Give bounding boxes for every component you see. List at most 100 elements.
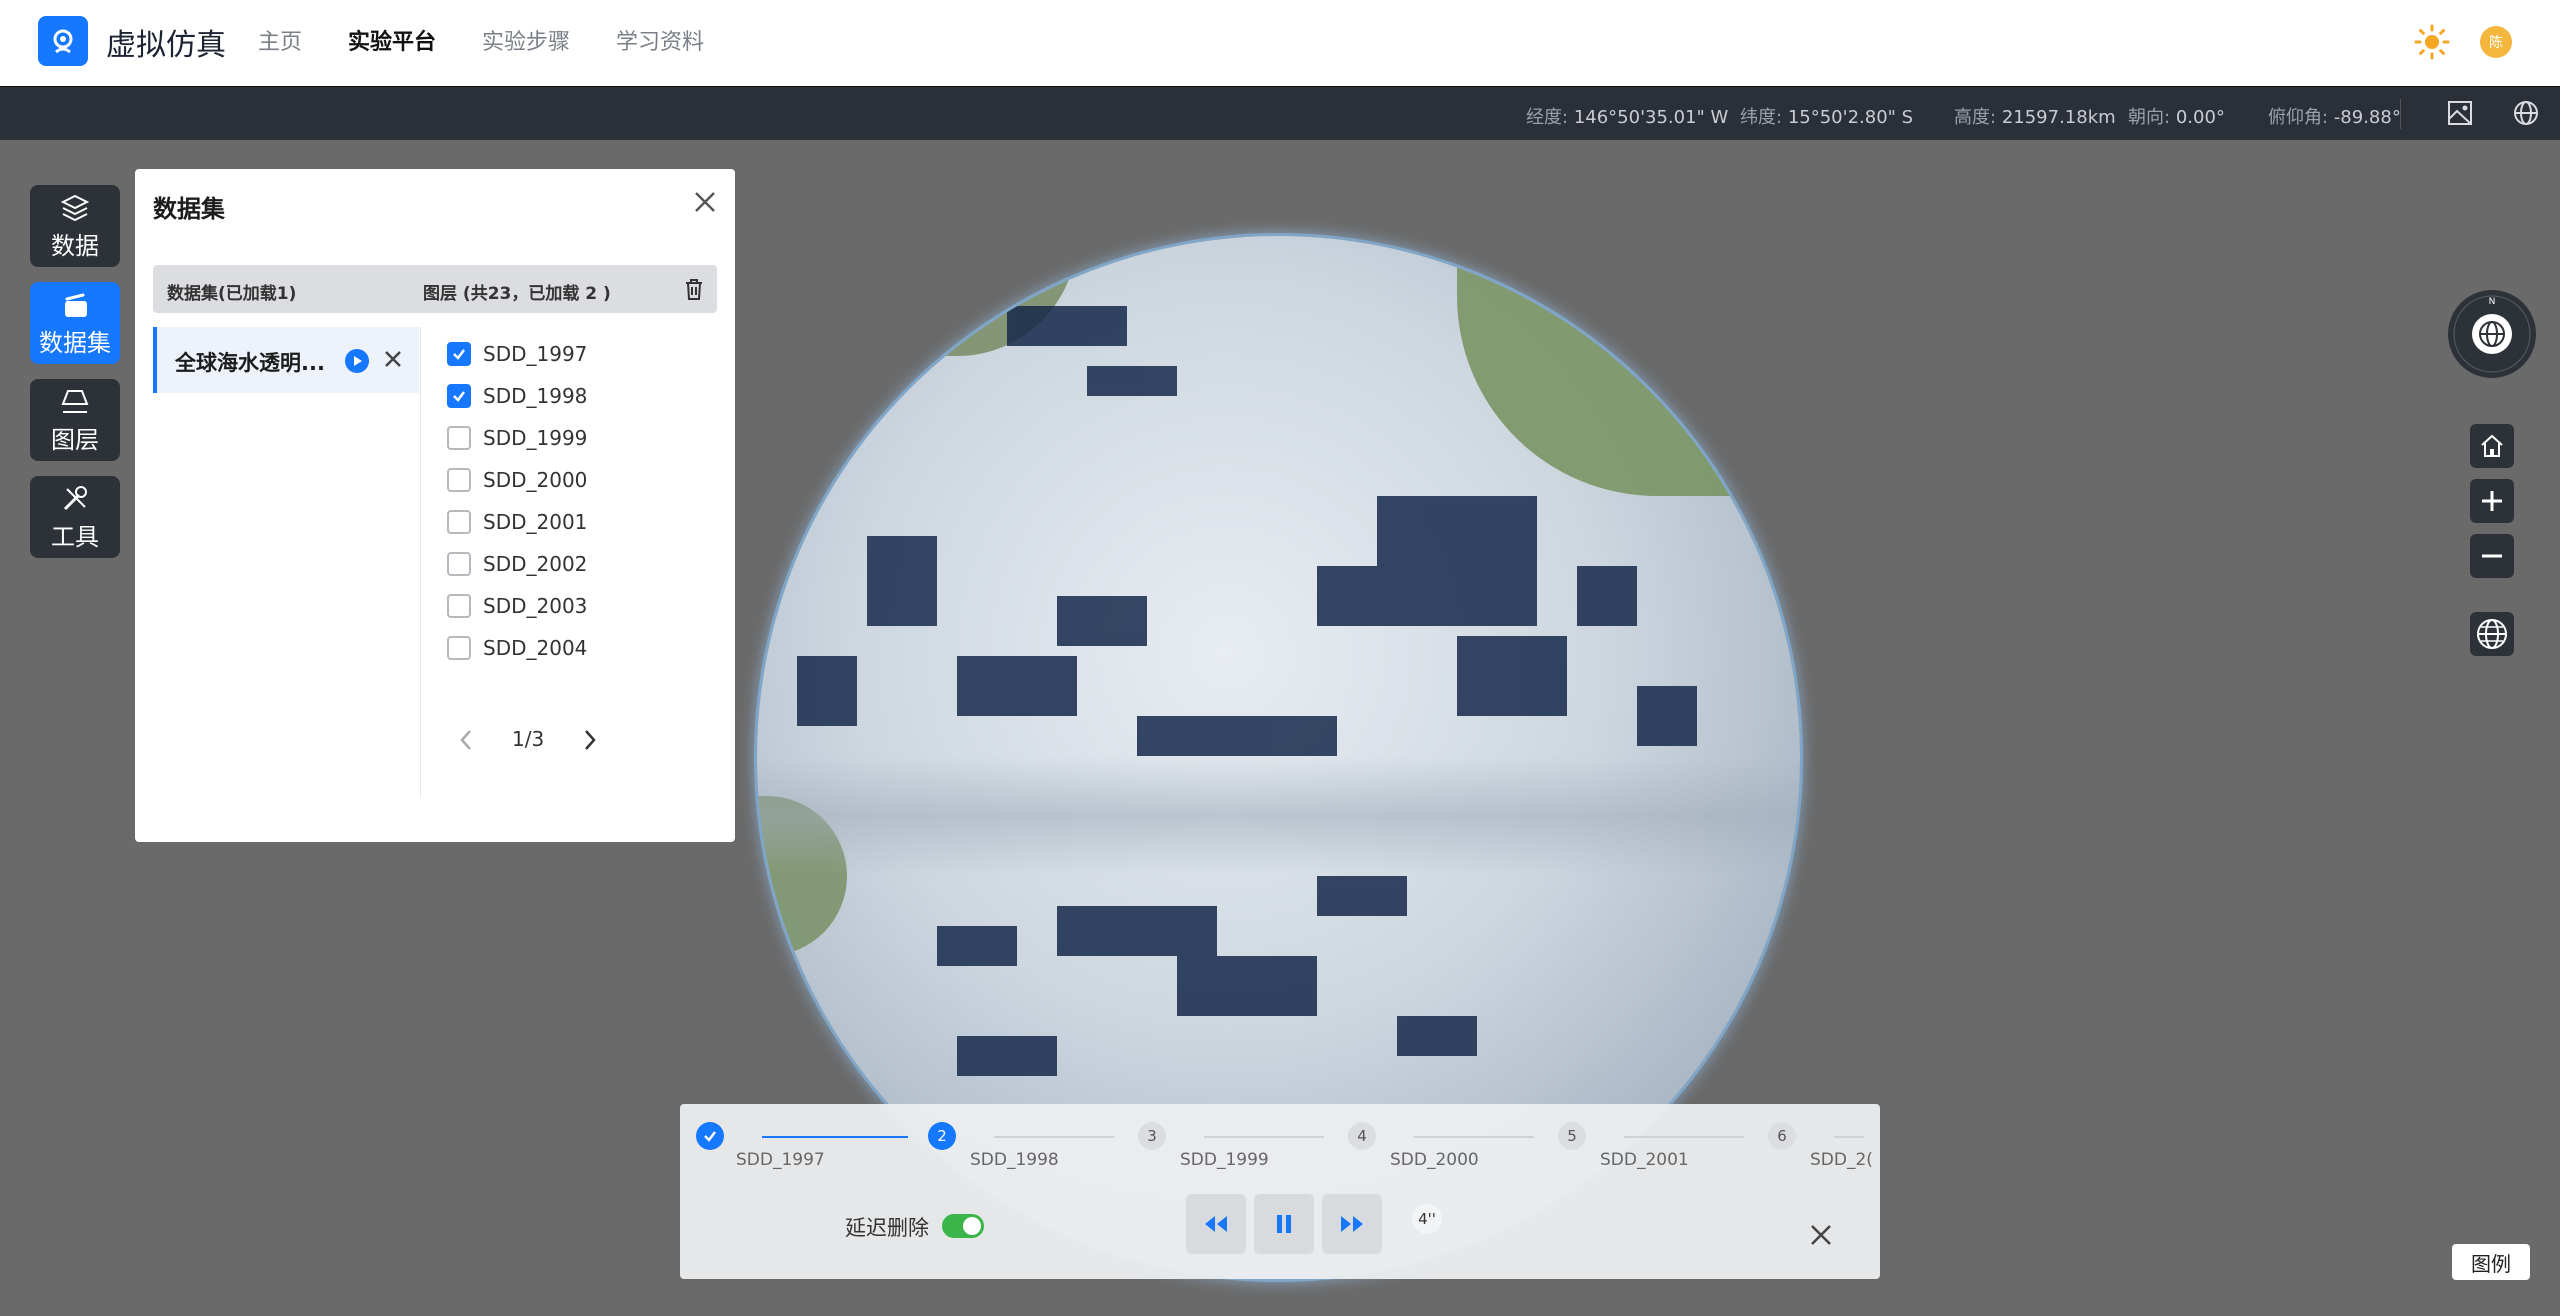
layer-name: SDD_2004: [483, 636, 588, 660]
step-label: SDD_2000: [1390, 1150, 1479, 1170]
dataset-count-label: 数据集(已加载1): [167, 284, 297, 304]
compass-icon: N: [2453, 295, 2531, 373]
layer-checkbox[interactable]: [447, 468, 471, 492]
step-3[interactable]: 3: [1138, 1122, 1166, 1150]
layer-count-label: 图层 (共23，已加载 2 ): [423, 284, 611, 304]
step-label: SDD_1997: [736, 1150, 825, 1170]
legend-button[interactable]: 图例: [2452, 1244, 2530, 1280]
sun-theme-icon[interactable]: [2414, 24, 2450, 60]
layer-item[interactable]: SDD_2004: [447, 633, 587, 663]
close-icon[interactable]: [1808, 1222, 1834, 1248]
layer-item[interactable]: SDD_2002: [447, 549, 587, 579]
layer-name: SDD_1999: [483, 426, 588, 450]
map-image-icon[interactable]: [2446, 99, 2474, 127]
fast-forward-button[interactable]: [1322, 1194, 1382, 1254]
layer-checkbox[interactable]: [447, 636, 471, 660]
pitch-readout: 俯仰角: -89.88°: [2268, 107, 2401, 128]
sidebar-tools-label: 工具: [51, 522, 99, 551]
compass-control[interactable]: N: [2448, 290, 2536, 378]
layer-plane-icon: [61, 389, 89, 413]
playback-speed[interactable]: 4'': [1412, 1204, 1442, 1234]
user-avatar[interactable]: 陈: [2480, 26, 2512, 58]
layer-checkbox[interactable]: [447, 594, 471, 618]
check-icon: [704, 1131, 716, 1142]
delay-delete-toggle[interactable]: [942, 1214, 984, 1238]
rewind-button[interactable]: [1186, 1194, 1246, 1254]
close-icon[interactable]: [690, 187, 720, 217]
svg-text:N: N: [2489, 297, 2496, 307]
step-6[interactable]: 6: [1768, 1122, 1796, 1150]
step-4[interactable]: 4: [1348, 1122, 1376, 1150]
layer-name: SDD_1997: [483, 342, 588, 366]
step-connector: [762, 1136, 908, 1138]
globe-icon[interactable]: [2512, 99, 2540, 127]
play-icon[interactable]: [345, 349, 369, 373]
sidebar-tools-button[interactable]: 工具: [30, 476, 120, 558]
sidebar-dataset-button[interactable]: 数据集: [30, 282, 120, 364]
trash-icon[interactable]: [683, 277, 705, 301]
step-2-current[interactable]: 2: [928, 1122, 956, 1150]
step-1-done[interactable]: [696, 1122, 724, 1150]
dataset-list-item[interactable]: 全球海水透明...: [153, 327, 419, 393]
step-label: SDD_1999: [1180, 1150, 1269, 1170]
layer-name: SDD_2001: [483, 510, 588, 534]
layer-item[interactable]: SDD_2003: [447, 591, 587, 621]
sidebar-layer-button[interactable]: 图层: [30, 379, 120, 461]
column-divider: [420, 327, 421, 797]
home-view-button[interactable]: [2470, 424, 2514, 468]
layer-checkbox[interactable]: [447, 342, 471, 366]
longitude-readout: 经度: 146°50'35.01" W: [1526, 107, 1729, 128]
layer-checkbox[interactable]: [447, 426, 471, 450]
layer-checkbox[interactable]: [447, 552, 471, 576]
prev-page-icon[interactable]: [455, 727, 477, 753]
step-connector: [1834, 1136, 1864, 1138]
zoom-out-button[interactable]: [2470, 534, 2514, 578]
step-label: SDD_2001: [1600, 1150, 1689, 1170]
layer-name: SDD_2003: [483, 594, 588, 618]
layer-checkbox[interactable]: [447, 384, 471, 408]
layer-item[interactable]: SDD_1997: [447, 339, 587, 369]
rewind-icon: [1205, 1216, 1227, 1232]
delay-delete-label: 延迟删除: [845, 1216, 929, 1240]
step-5[interactable]: 5: [1558, 1122, 1586, 1150]
step-connector: [1204, 1136, 1324, 1138]
home-icon: [2481, 434, 2503, 457]
timeline-player: SDD_1997 2 SDD_1998 3 SDD_1999 4 SDD_200…: [680, 1104, 1880, 1279]
app-title: 虚拟仿真: [106, 28, 226, 63]
layer-name: SDD_1998: [483, 384, 588, 408]
globe-mode-button[interactable]: [2470, 612, 2514, 656]
remove-dataset-icon[interactable]: [381, 347, 405, 371]
heading-readout: 朝向: 0.00°: [2128, 107, 2225, 128]
nav-steps[interactable]: 实验步骤: [482, 24, 570, 56]
nav-platform[interactable]: 实验平台: [348, 24, 436, 56]
top-navbar: 虚拟仿真 主页 实验平台 实验步骤 学习资料 陈: [0, 0, 2560, 86]
sidebar-data-button[interactable]: 数据: [30, 185, 120, 267]
status-divider: [2400, 99, 2401, 129]
step-label: SDD_1998: [970, 1150, 1059, 1170]
nav-materials[interactable]: 学习资料: [616, 24, 704, 56]
layer-checkbox[interactable]: [447, 510, 471, 534]
panel-header: 数据集(已加载1) 图层 (共23，已加载 2 ): [153, 265, 717, 313]
next-page-icon[interactable]: [579, 727, 601, 753]
globe-icon: [2477, 619, 2507, 649]
layer-item[interactable]: SDD_1999: [447, 423, 587, 453]
layer-item[interactable]: SDD_2001: [447, 507, 587, 537]
main-nav: 主页 实验平台 实验步骤 学习资料: [258, 24, 704, 56]
sidebar-data-label: 数据: [51, 231, 99, 260]
altitude-readout: 高度: 21597.18km: [1954, 107, 2116, 128]
latitude-readout: 纬度: 15°50'2.80" S: [1740, 107, 1914, 128]
dataset-panel: 数据集 数据集(已加载1) 图层 (共23，已加载 2 ) 全球海水透明... …: [135, 169, 735, 842]
minus-icon: [2482, 554, 2502, 558]
step-connector: [1624, 1136, 1744, 1138]
nav-home[interactable]: 主页: [258, 24, 302, 56]
step-label: SDD_2(: [1810, 1150, 1873, 1170]
zoom-in-button[interactable]: [2470, 479, 2514, 523]
app-logo-icon[interactable]: [38, 16, 88, 66]
layer-item[interactable]: SDD_2000: [447, 465, 587, 495]
pause-button[interactable]: [1254, 1194, 1314, 1254]
layer-item[interactable]: SDD_1998: [447, 381, 587, 411]
sidebar-layer-label: 图层: [51, 425, 99, 454]
pause-icon: [1277, 1215, 1291, 1233]
step-connector: [994, 1136, 1114, 1138]
coordinate-status-bar: 经度: 146°50'35.01" W 纬度: 15°50'2.80" S 高度…: [0, 86, 2560, 140]
